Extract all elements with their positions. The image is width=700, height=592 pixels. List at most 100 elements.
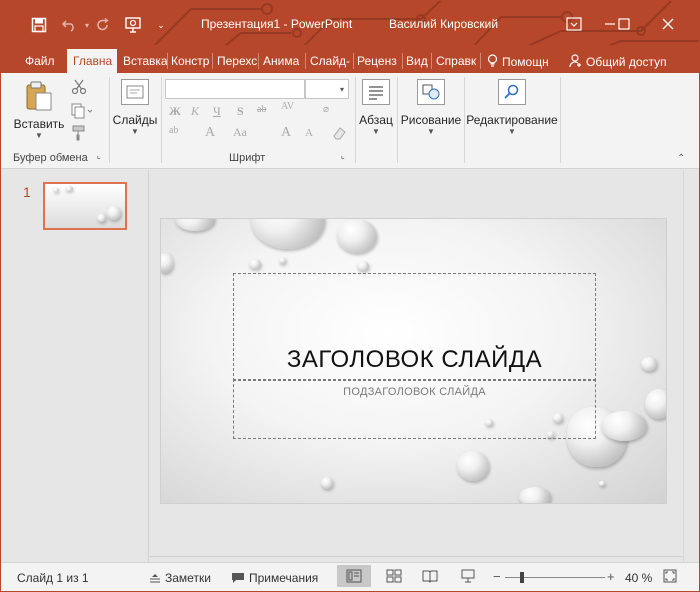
user-name[interactable]: Василий Кировский xyxy=(389,17,498,31)
copy-icon[interactable] xyxy=(71,103,93,122)
slideshow-view-button[interactable] xyxy=(451,565,485,587)
slide-thumbnail[interactable] xyxy=(43,182,127,230)
notes-button[interactable]: Заметки xyxy=(149,571,211,586)
subtitle-placeholder[interactable]: ПОДЗАГОЛОВОК СЛАЙДА xyxy=(233,379,596,439)
vertical-scrollbar[interactable] xyxy=(683,170,699,562)
start-slideshow-icon[interactable] xyxy=(123,15,143,35)
water-drop xyxy=(251,219,325,249)
share-button[interactable]: Общий доступ xyxy=(563,49,673,73)
water-drop xyxy=(175,219,215,231)
clipboard-launcher-icon[interactable]: ⌞ xyxy=(97,151,101,160)
slide-canvas[interactable]: ЗАГОЛОВОК СЛАЙДА ПОДЗАГОЛОВОК СЛАЙДА xyxy=(160,218,667,504)
tab-review[interactable]: Реценз xyxy=(351,49,403,73)
shadow-button[interactable]: S xyxy=(237,104,244,119)
paragraph-button[interactable]: Абзац ▼ xyxy=(357,79,395,136)
water-drop xyxy=(161,253,173,273)
slide-counter: Слайд 1 из 1 xyxy=(17,571,89,585)
editing-button[interactable]: Редактирование ▼ xyxy=(465,79,559,136)
zoom-slider-thumb[interactable] xyxy=(519,572,524,583)
normal-view-button[interactable] xyxy=(337,565,371,587)
paragraph-dropdown-icon: ▼ xyxy=(372,127,380,136)
slides-label: Слайды xyxy=(112,113,158,127)
water-drop xyxy=(321,477,333,489)
tab-tell-me[interactable]: Помощн xyxy=(483,49,555,73)
strike-small-button[interactable]: ab xyxy=(169,125,178,136)
cut-icon[interactable] xyxy=(71,79,87,98)
slide-sorter-view-button[interactable] xyxy=(377,565,411,587)
slide-subtitle: ПОДЗАГОЛОВОК СЛАЙДА xyxy=(343,386,486,398)
lightbulb-icon xyxy=(487,54,498,71)
thumbnail-drop xyxy=(97,214,106,222)
window-title: Презентация1 - PowerPoint xyxy=(201,17,353,31)
slides-button[interactable]: Слайды ▼ xyxy=(111,79,159,136)
font-color-button[interactable]: A xyxy=(205,125,215,141)
reading-view-button[interactable] xyxy=(413,565,447,587)
underline-button[interactable]: Ч xyxy=(213,104,221,119)
ribbon-display-options-icon[interactable] xyxy=(559,11,589,37)
tab-transitions[interactable]: Перехс xyxy=(211,49,259,73)
tab-home[interactable]: Главна xyxy=(67,49,117,73)
increase-font-size-button[interactable]: A xyxy=(281,125,291,141)
tab-insert[interactable]: Вставка xyxy=(117,49,167,73)
ribbon-tabs: Файл Главна Вставка Констр Перехс Анима … xyxy=(1,45,699,73)
share-label: Общий доступ xyxy=(586,55,667,69)
slide-editor: ЗАГОЛОВОК СЛАЙДА ПОДЗАГОЛОВОК СЛАЙДА xyxy=(150,170,699,562)
paste-dropdown-icon: ▼ xyxy=(35,131,43,140)
paragraph-label: Абзац xyxy=(359,113,393,127)
zoom-in-button[interactable]: + xyxy=(607,569,615,584)
tab-design[interactable]: Констр xyxy=(165,49,213,73)
paste-label: Вставить xyxy=(13,117,65,131)
ribbon: Вставить ▼ Буфер обмена ⌞ Слайды ▼ ▾ Ж К… xyxy=(1,73,699,169)
editing-dropdown-icon: ▼ xyxy=(508,127,516,136)
change-case-button[interactable]: Аа xyxy=(233,125,247,140)
tab-slideshow[interactable]: Слайд- xyxy=(304,49,354,73)
find-magnifier-icon xyxy=(498,79,526,105)
format-painter-icon[interactable] xyxy=(71,125,87,144)
paragraph-icon xyxy=(362,79,390,105)
water-drop xyxy=(601,411,647,441)
water-drop xyxy=(519,487,551,503)
redo-icon[interactable] xyxy=(93,15,113,35)
share-person-icon xyxy=(569,54,582,71)
font-size-select[interactable]: ▾ xyxy=(305,79,349,99)
tab-view[interactable]: Вид xyxy=(400,49,432,73)
paste-button[interactable]: Вставить ▼ xyxy=(13,79,65,140)
reading-view-icon xyxy=(422,570,438,583)
font-launcher-icon[interactable]: ⌞ xyxy=(341,151,345,160)
maximize-button[interactable] xyxy=(609,11,639,37)
drawing-label: Рисование xyxy=(400,113,462,127)
customize-toolbar-icon[interactable]: ⌄ xyxy=(151,15,171,35)
font-family-select[interactable] xyxy=(165,79,305,99)
eraser-icon[interactable] xyxy=(331,125,347,144)
decrease-font-size-button[interactable]: A xyxy=(305,127,313,139)
zoom-level[interactable]: 40 % xyxy=(625,571,652,585)
title-placeholder[interactable]: ЗАГОЛОВОК СЛАЙДА xyxy=(233,273,596,381)
editor-bottom-divider xyxy=(150,556,683,557)
bold-button[interactable]: Ж xyxy=(169,104,181,119)
font-size-dropdown-icon: ▾ xyxy=(339,85,344,94)
tell-me-label: Помощн xyxy=(502,55,549,69)
comments-button[interactable]: Примечания xyxy=(231,571,318,587)
powerpoint-window: ▾ ⌄ Презентация1 - PowerPoint Василий Ки… xyxy=(0,0,700,592)
character-spacing-button[interactable]: AV xyxy=(281,101,294,112)
strikethrough-button[interactable]: ab xyxy=(257,104,266,115)
water-drop xyxy=(641,357,657,371)
save-icon[interactable] xyxy=(29,15,49,35)
tab-animations[interactable]: Анима xyxy=(257,49,305,73)
water-drop xyxy=(249,259,261,269)
drawing-button[interactable]: Рисование ▼ xyxy=(399,79,463,136)
status-bar: Слайд 1 из 1 Заметки Примечания − + 40 % xyxy=(1,562,699,591)
collapse-ribbon-icon[interactable]: ⌃ xyxy=(677,153,685,164)
close-button[interactable] xyxy=(653,11,683,37)
undo-icon[interactable] xyxy=(59,15,79,35)
fit-to-window-icon[interactable] xyxy=(663,569,677,586)
slide-sorter-icon xyxy=(386,569,402,583)
italic-button[interactable]: К xyxy=(191,104,199,119)
clear-formatting-icon[interactable]: ⌀ xyxy=(323,104,329,115)
slides-dropdown-icon: ▼ xyxy=(131,127,139,136)
tab-file[interactable]: Файл xyxy=(19,49,61,73)
drawing-dropdown-icon: ▼ xyxy=(427,127,435,136)
zoom-out-button[interactable]: − xyxy=(493,569,501,584)
tab-help[interactable]: Справк xyxy=(430,49,480,73)
paste-clipboard-icon xyxy=(24,79,54,111)
